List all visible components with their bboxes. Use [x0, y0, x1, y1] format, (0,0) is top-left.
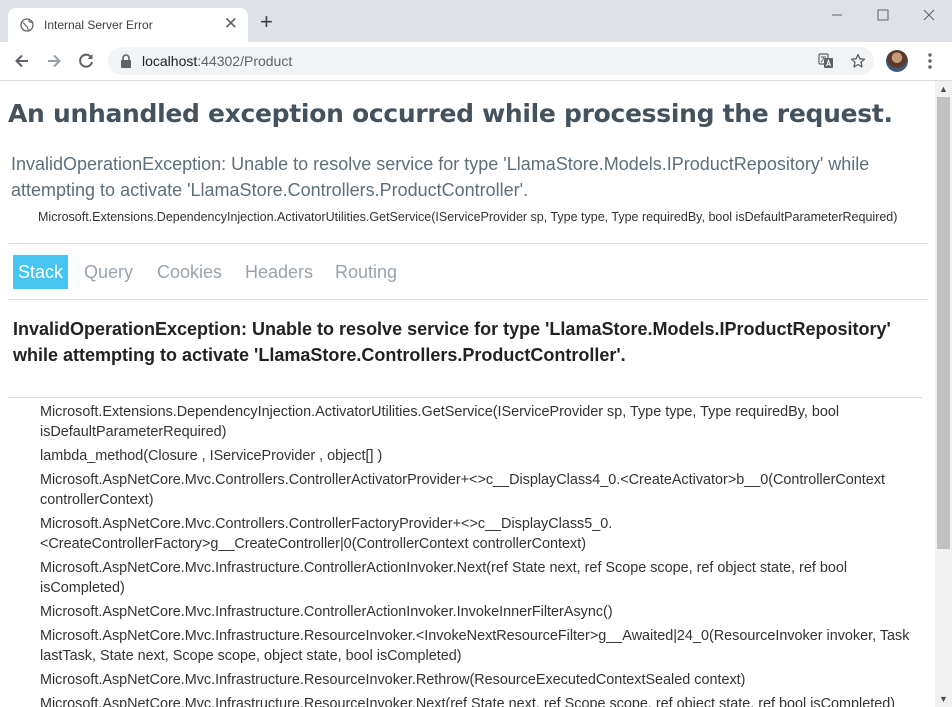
url-path: :44302/Product: [197, 53, 293, 69]
tab-query[interactable]: Query: [79, 255, 138, 289]
scroll-up-icon[interactable]: ▲: [939, 84, 948, 94]
avatar[interactable]: [886, 50, 908, 72]
star-icon[interactable]: [850, 53, 866, 69]
address-bar[interactable]: localhost:44302/Product: [108, 47, 874, 75]
stack-frame[interactable]: Microsoft.AspNetCore.Mvc.Infrastructure.…: [40, 626, 925, 666]
page-viewport: An unhandled exception occurred while pr…: [0, 81, 935, 707]
page-title: An unhandled exception occurred while pr…: [8, 99, 893, 128]
close-icon[interactable]: ✕: [224, 15, 238, 33]
lock-icon[interactable]: [120, 54, 132, 68]
forward-icon[interactable]: [44, 51, 64, 71]
translate-icon[interactable]: [818, 53, 834, 69]
divider: [8, 299, 928, 300]
stack-frame[interactable]: Microsoft.AspNetCore.Mvc.Controllers.Con…: [40, 514, 925, 554]
tab-routing[interactable]: Routing: [330, 255, 402, 289]
error-location: Microsoft.Extensions.DependencyInjection…: [38, 210, 898, 224]
tab-headers[interactable]: Headers: [240, 255, 318, 289]
back-icon[interactable]: [12, 51, 32, 71]
tab-strip: Internal Server Error ✕ +: [0, 0, 952, 42]
stack-frames: Microsoft.Extensions.DependencyInjection…: [40, 402, 925, 707]
scroll-thumb[interactable]: [937, 97, 950, 549]
url-text[interactable]: localhost:44302/Product: [142, 53, 292, 69]
stack-frame[interactable]: Microsoft.AspNetCore.Mvc.Infrastructure.…: [40, 558, 925, 598]
browser-toolbar: localhost:44302/Product: [0, 42, 952, 81]
maximize-icon[interactable]: [868, 4, 898, 26]
plus-icon[interactable]: +: [260, 11, 273, 33]
stack-frame[interactable]: Microsoft.AspNetCore.Mvc.Infrastructure.…: [40, 602, 925, 622]
stack-frame[interactable]: lambda_method(Closure , IServiceProvider…: [40, 446, 925, 466]
divider: [8, 397, 922, 398]
stack-frame[interactable]: Microsoft.AspNetCore.Mvc.Infrastructure.…: [40, 694, 925, 707]
divider: [8, 243, 928, 244]
stack-frame[interactable]: Microsoft.Extensions.DependencyInjection…: [40, 402, 925, 442]
error-message: InvalidOperationException: Unable to res…: [11, 154, 870, 200]
tab-cookies[interactable]: Cookies: [152, 255, 227, 289]
reload-icon[interactable]: [76, 51, 96, 71]
stack-heading: InvalidOperationException: Unable to res…: [13, 319, 891, 365]
tab-stack[interactable]: Stack: [13, 255, 69, 289]
window-close-icon[interactable]: [914, 4, 944, 26]
globe-icon: [20, 18, 34, 32]
stack-frame[interactable]: Microsoft.AspNetCore.Mvc.Controllers.Con…: [40, 470, 925, 510]
url-host: localhost: [142, 53, 198, 69]
menu-icon[interactable]: [922, 50, 938, 72]
tab-title: Internal Server Error: [44, 18, 153, 32]
browser-tab[interactable]: Internal Server Error ✕: [8, 8, 248, 42]
scroll-down-icon[interactable]: ▼: [939, 694, 948, 704]
vertical-scrollbar[interactable]: ▲ ▼: [935, 81, 952, 707]
stack-frame[interactable]: Microsoft.AspNetCore.Mvc.Infrastructure.…: [40, 670, 925, 690]
minimize-icon[interactable]: [822, 4, 852, 26]
